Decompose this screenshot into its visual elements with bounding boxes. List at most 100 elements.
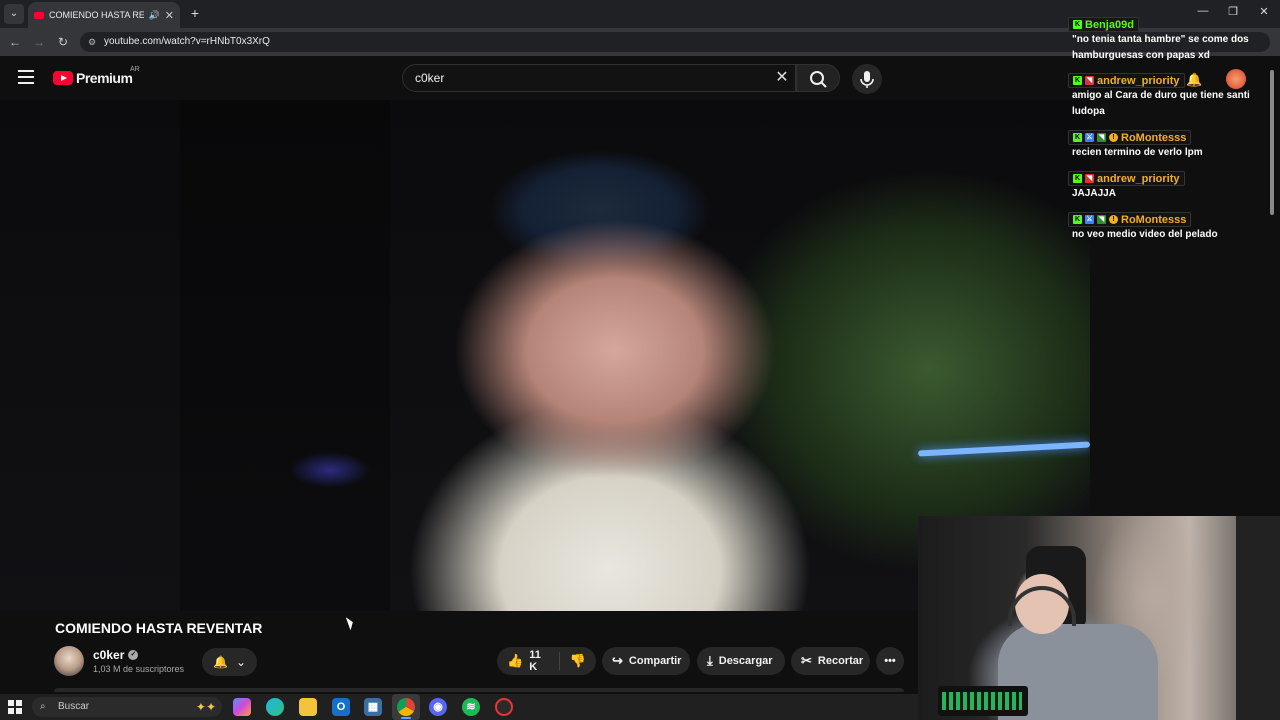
verified-check-icon: ✓ [128, 650, 139, 660]
subscriber-badge-icon: ◥ [1085, 76, 1094, 85]
like-count[interactable]: 11 K [529, 649, 549, 673]
copilot-icon[interactable] [233, 698, 251, 716]
moderator-badge-icon: ⚔ [1085, 215, 1094, 224]
microphone-icon [860, 71, 874, 88]
clip-label: Recortar [817, 655, 864, 667]
close-tab-icon[interactable]: ✕ [165, 9, 174, 22]
discord-icon[interactable]: ◉ [429, 698, 447, 716]
more-horizontal-icon: ••• [884, 655, 896, 667]
chat-username-text: Benja09d [1085, 18, 1134, 31]
taskbar-search-label: Buscar [58, 701, 90, 712]
kick-badge-icon: K [1073, 133, 1082, 142]
vip-badge-icon: ◥ [1097, 133, 1106, 142]
file-explorer-icon[interactable] [299, 698, 317, 716]
bell-icon: 🔔 [212, 655, 228, 669]
thumbs-down-icon[interactable]: 👎 [570, 653, 586, 669]
youtube-premium-logo[interactable]: Premium AR [53, 66, 140, 86]
hamburger-menu-icon[interactable] [18, 70, 34, 84]
acoustic-panel [1236, 516, 1280, 720]
tab-search-button[interactable]: ⌄ [4, 4, 24, 24]
microsoft-store-icon[interactable]: ▦ [364, 698, 382, 716]
chat-message-text: JAJAJJA [1072, 188, 1116, 199]
chrome-icon[interactable] [397, 698, 415, 716]
kick-badge-icon: K [1073, 174, 1082, 183]
reload-button[interactable]: ↻ [54, 33, 72, 51]
chat-username: K ◥ andrew_priority [1068, 171, 1185, 186]
chat-username-text: andrew_priority [1097, 172, 1180, 185]
chat-username: K ◥ andrew_priority [1068, 73, 1185, 88]
youtube-favicon-icon [34, 11, 44, 19]
share-label: Compartir [628, 655, 682, 667]
speaker-icon[interactable]: 🔊 [149, 10, 160, 21]
keyboard-icon [938, 686, 1028, 716]
windows-start-icon[interactable] [8, 700, 22, 714]
notification-bell-icon[interactable]: 🔔 [1186, 72, 1202, 88]
kick-badge-icon: K [1073, 20, 1082, 29]
subscription-bell-button[interactable]: 🔔 ⌄ [202, 648, 257, 676]
like-dislike-group: 👍 11 K 👎 [497, 647, 596, 675]
forward-button[interactable]: → [30, 33, 48, 51]
windows-taskbar: ⌕ Buscar ✦✦ O ▦ ◉ ≋ [0, 694, 918, 720]
sidebar-scrollbar[interactable] [1270, 60, 1276, 220]
gift-badge-icon: ! [1109, 215, 1118, 224]
download-label: Descargar [718, 655, 773, 667]
chevron-down-icon: ⌄ [235, 655, 246, 669]
vip-badge-icon: ◥ [1097, 215, 1106, 224]
channel-name[interactable]: c0ker ✓ [93, 648, 139, 662]
chat-message-text: amigo al Cara de duro que tiene santi lu… [1072, 90, 1250, 117]
chat-username-text: andrew_priority [1097, 74, 1180, 87]
clear-search-icon[interactable]: ✕ [772, 68, 792, 88]
logo-wordmark: Premium [76, 70, 133, 86]
chat-message: K ◥ andrew_priority JAJAJJA [1068, 170, 1253, 202]
chat-message: K ⚔ ◥ ! RoMontesss recien termino de ver… [1068, 129, 1253, 161]
chat-message-text: recien termino de verlo lpm [1072, 147, 1203, 158]
search-icon: ⌕ [40, 701, 46, 712]
chat-message: K ⚔ ◥ ! RoMontesss no veo medio video de… [1068, 211, 1253, 243]
streamer-webcam [918, 516, 1280, 720]
user-avatar[interactable] [1226, 69, 1246, 89]
download-button[interactable]: ⤓ Descargar [697, 647, 785, 675]
url-text: youtube.com/watch?v=rHNbT0x3XrQ [104, 36, 270, 47]
subscriber-count: 1,03 M de suscriptores [93, 664, 185, 674]
browser-tab-title: COMIENDO HASTA REVENTAR [49, 10, 144, 20]
back-button[interactable]: ← [6, 33, 24, 51]
download-icon: ⤓ [707, 653, 713, 668]
video-frame-shadow [180, 100, 390, 611]
kick-badge-icon: K [1073, 215, 1082, 224]
clip-button[interactable]: ✂ Recortar [791, 647, 870, 675]
more-actions-button[interactable]: ••• [876, 647, 904, 675]
subscriber-badge-icon: ◥ [1085, 174, 1094, 183]
youtube-header: Premium AR c0ker ✕ [0, 56, 1090, 100]
channel-avatar[interactable] [54, 646, 84, 676]
chat-message-text: no veo medio video del pelado [1072, 229, 1218, 240]
moderator-badge-icon: ⚔ [1085, 133, 1094, 142]
browser-tab[interactable]: COMIENDO HASTA REVENTAR 🔊 ✕ [28, 2, 180, 28]
thumbs-up-icon[interactable]: 👍 [507, 653, 523, 669]
voice-search-button[interactable] [852, 64, 882, 94]
search-icon [810, 71, 827, 88]
search-button[interactable] [796, 64, 840, 92]
obs-icon[interactable] [495, 698, 513, 716]
youtube-play-icon [53, 71, 73, 85]
like-divider [558, 652, 560, 670]
description-box[interactable] [54, 688, 904, 692]
search-input[interactable]: c0ker [402, 64, 796, 92]
site-info-icon[interactable]: ⚙ [88, 32, 96, 52]
chat-message-text: "no tenia tanta hambre" se come dos hamb… [1072, 34, 1249, 61]
video-title: COMIENDO HASTA REVENTAR [55, 620, 263, 636]
taskbar-search-box[interactable]: ⌕ Buscar ✦✦ [32, 697, 222, 717]
mouse-cursor-icon [345, 615, 356, 631]
share-button[interactable]: ↪ Compartir [602, 647, 690, 675]
scrollbar-thumb[interactable] [1270, 70, 1274, 215]
chat-username: K ⚔ ◥ ! RoMontesss [1068, 130, 1192, 145]
stream-chat-overlay: K Benja09d "no tenia tanta hambre" se co… [1068, 12, 1280, 252]
new-tab-button[interactable]: + [186, 4, 204, 22]
chat-username-text: RoMontesss [1121, 213, 1187, 226]
chat-username: K Benja09d [1068, 17, 1139, 32]
spotify-icon[interactable]: ≋ [462, 698, 480, 716]
kick-badge-icon: K [1073, 76, 1082, 85]
edge-browser-icon[interactable] [266, 698, 284, 716]
gift-badge-icon: ! [1109, 133, 1118, 142]
copilot-sparkle-icon: ✦✦ [195, 700, 216, 714]
outlook-icon[interactable]: O [332, 698, 350, 716]
